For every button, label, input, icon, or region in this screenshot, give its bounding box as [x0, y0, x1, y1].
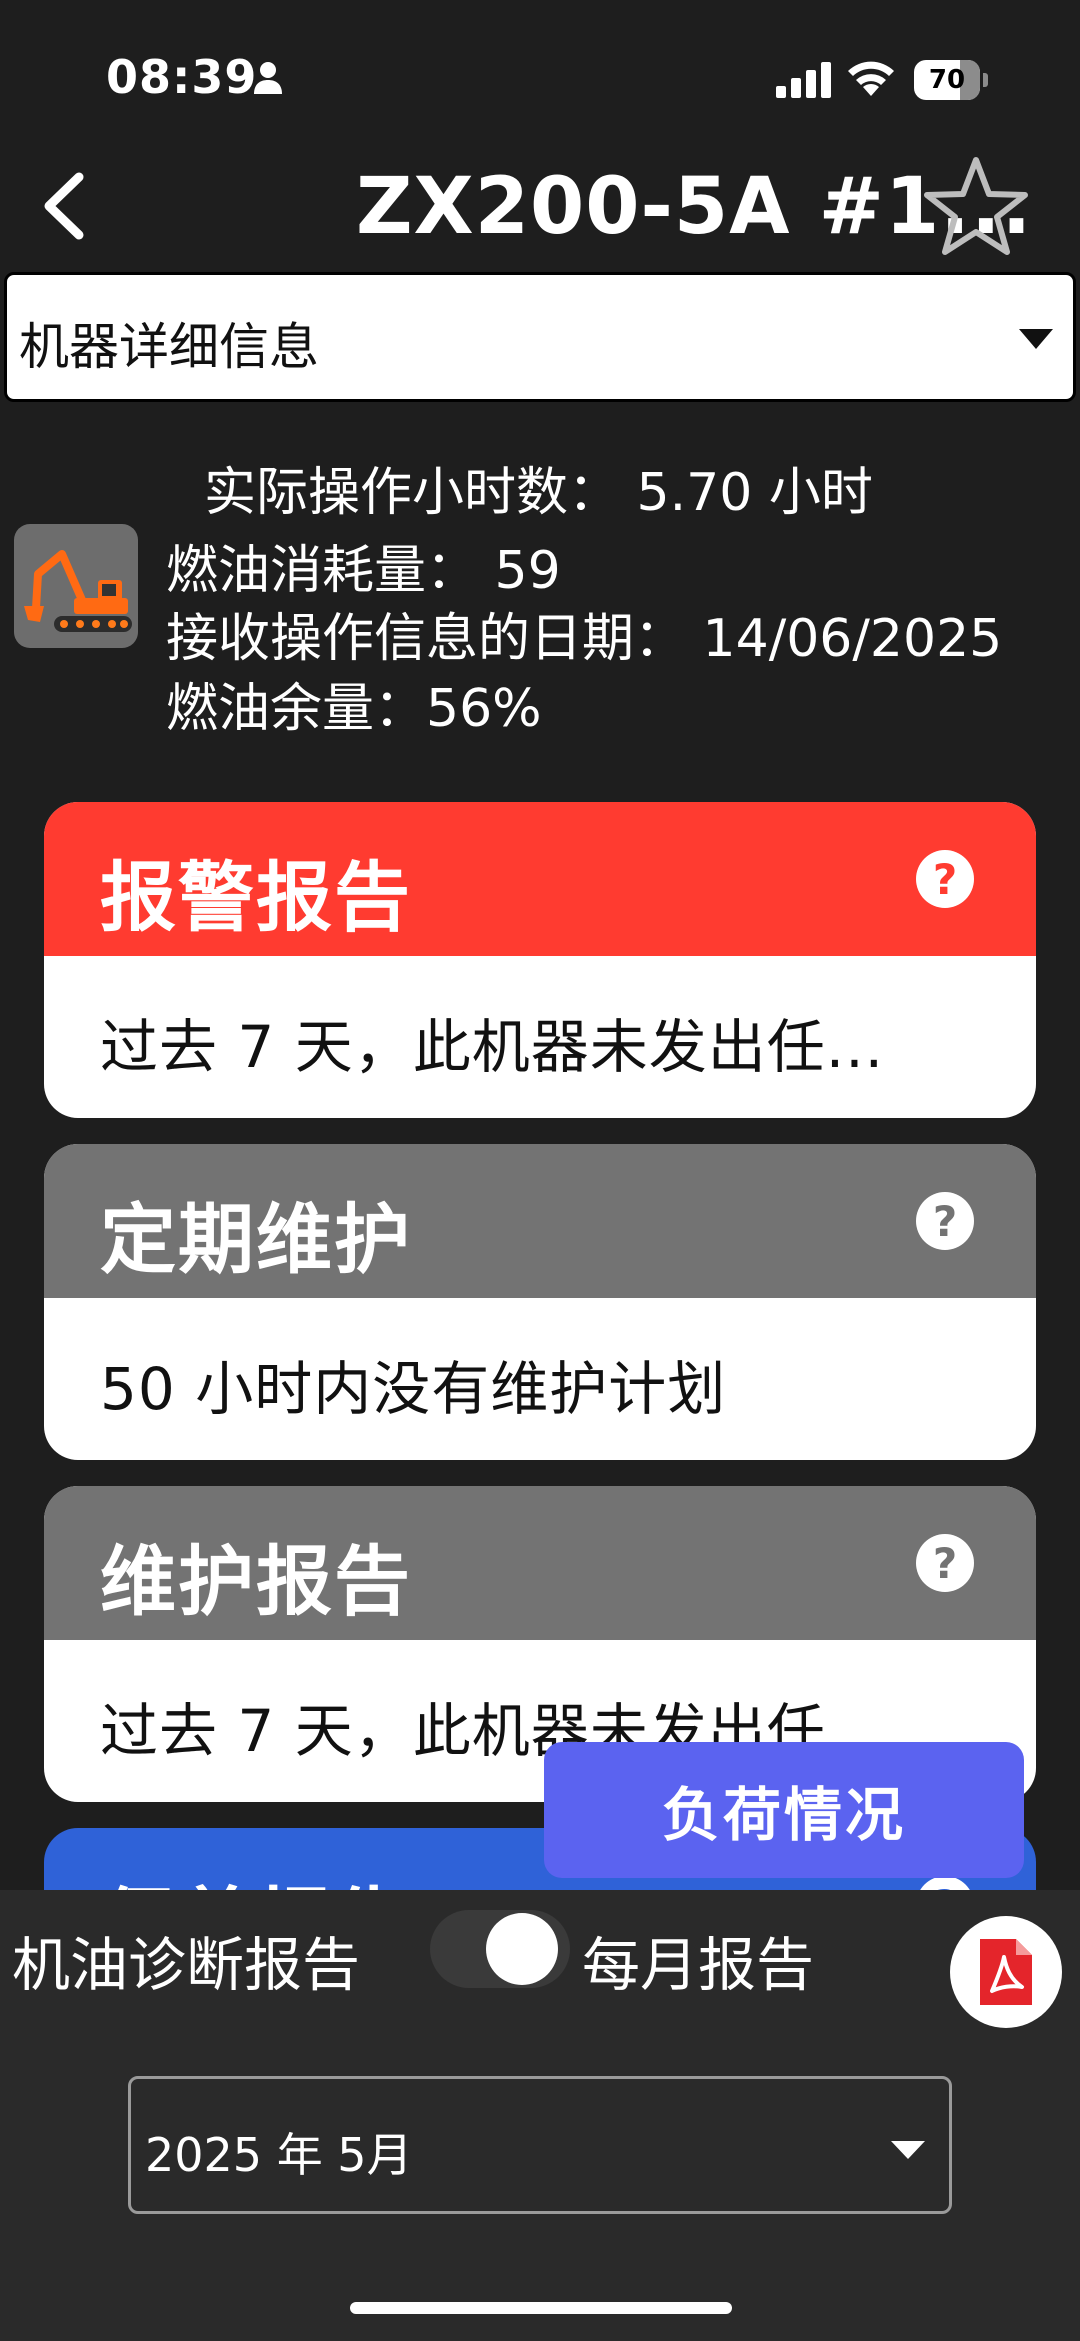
- oil-diagnosis-label: 机油诊断报告: [12, 1931, 361, 1999]
- fuel-level: 燃油余量：56%: [166, 679, 542, 739]
- help-icon[interactable]: ?: [916, 1534, 974, 1592]
- report-type-toggle[interactable]: [430, 1910, 570, 1988]
- pdf-icon: [980, 1939, 1032, 2005]
- card-title: 报警报告: [100, 853, 412, 942]
- info-select-value: 机器详细信息: [19, 318, 319, 376]
- card-header: 定期维护 ?: [44, 1144, 1036, 1298]
- load-status-button[interactable]: 负荷情况: [544, 1742, 1024, 1878]
- toggle-knob: [486, 1913, 558, 1985]
- card-title: 维护报告: [100, 1537, 412, 1626]
- dropdown-arrow-icon: [1019, 329, 1053, 349]
- battery-level: 70: [914, 60, 980, 100]
- wifi-icon: [848, 61, 894, 96]
- pdf-button[interactable]: [950, 1916, 1062, 2028]
- person-icon: [254, 62, 282, 94]
- status-time: 08:39: [106, 50, 258, 104]
- info-type-select[interactable]: 机器详细信息: [4, 272, 1076, 402]
- status-bar: 08:39 70: [0, 0, 1080, 150]
- monthly-report-label: 每月报告: [582, 1931, 815, 1999]
- excavator-icon: [14, 524, 138, 648]
- operating-hours: 实际操作小时数： 5.70 小时: [204, 463, 873, 523]
- help-icon[interactable]: ?: [916, 850, 974, 908]
- back-button[interactable]: [34, 166, 94, 246]
- card-body: 50 小时内没有维护计划: [100, 1355, 727, 1423]
- periodic-maintenance-card[interactable]: 定期维护 ? 50 小时内没有维护计划: [44, 1144, 1036, 1460]
- month-select-value: 2025 年 5月: [145, 2128, 413, 2182]
- month-select[interactable]: 2025 年 5月: [128, 2076, 952, 2214]
- fuel-consumption: 燃油消耗量： 59: [166, 541, 561, 601]
- app-screen: 08:39 70 ZX200-5A #1... 机器详细信息 实际操作小时数： …: [0, 0, 1080, 2341]
- battery-icon: 70: [914, 60, 988, 100]
- favorite-button[interactable]: [918, 150, 1034, 266]
- card-body: 过去 7 天，此机器未发出任...: [100, 1013, 885, 1081]
- home-indicator: [350, 2302, 732, 2314]
- card-header: 报警报告 ?: [44, 802, 1036, 956]
- star-outline-icon: [924, 157, 1028, 255]
- signal-icon: [776, 62, 831, 98]
- received-date: 接收操作信息的日期： 14/06/2025: [166, 609, 1003, 669]
- alarm-report-card[interactable]: 报警报告 ? 过去 7 天，此机器未发出任...: [44, 802, 1036, 1118]
- card-title: 定期维护: [100, 1195, 412, 1284]
- dropdown-arrow-icon: [891, 2141, 925, 2159]
- card-header: 维护报告 ?: [44, 1486, 1036, 1640]
- chevron-left-icon: [44, 172, 84, 240]
- help-icon[interactable]: ?: [916, 1192, 974, 1250]
